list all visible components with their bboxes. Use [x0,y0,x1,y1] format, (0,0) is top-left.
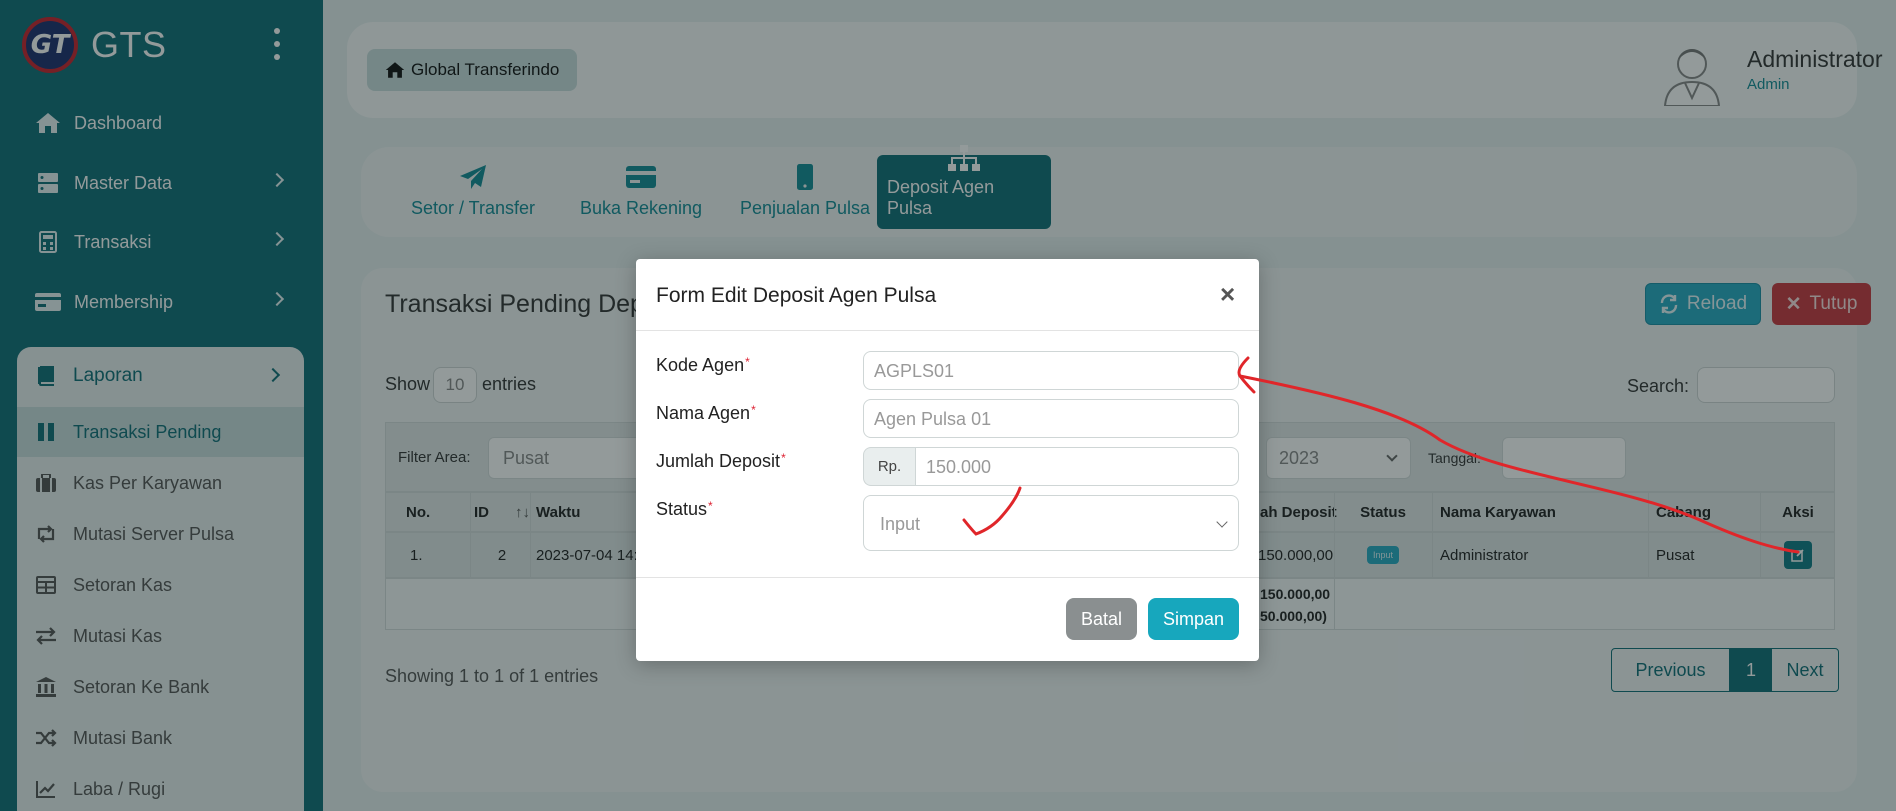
status-label: Status* [656,499,713,519]
status-select-value: Input [880,514,921,534]
currency-prefix: Rp. [863,447,915,486]
status-select[interactable]: Input [863,495,1239,551]
simpan-button[interactable]: Simpan [1148,598,1239,640]
jumlah-deposit-label: Jumlah Deposit* [656,451,786,471]
modal-close-button[interactable]: × [1220,281,1235,307]
nama-agen-label: Nama Agen* [656,403,756,423]
batal-button[interactable]: Batal [1066,598,1137,640]
modal-title: Form Edit Deposit Agen Pulsa [656,284,937,307]
kode-agen-label: Kode Agen* [656,355,750,375]
edit-deposit-modal: Form Edit Deposit Agen Pulsa × Kode Agen… [636,259,1259,661]
jumlah-deposit-input[interactable]: 150.000 [915,447,1239,486]
kode-agen-input[interactable]: AGPLS01 [863,351,1239,390]
nama-agen-input[interactable]: Agen Pulsa 01 [863,399,1239,438]
chevron-down-icon [1216,516,1228,528]
